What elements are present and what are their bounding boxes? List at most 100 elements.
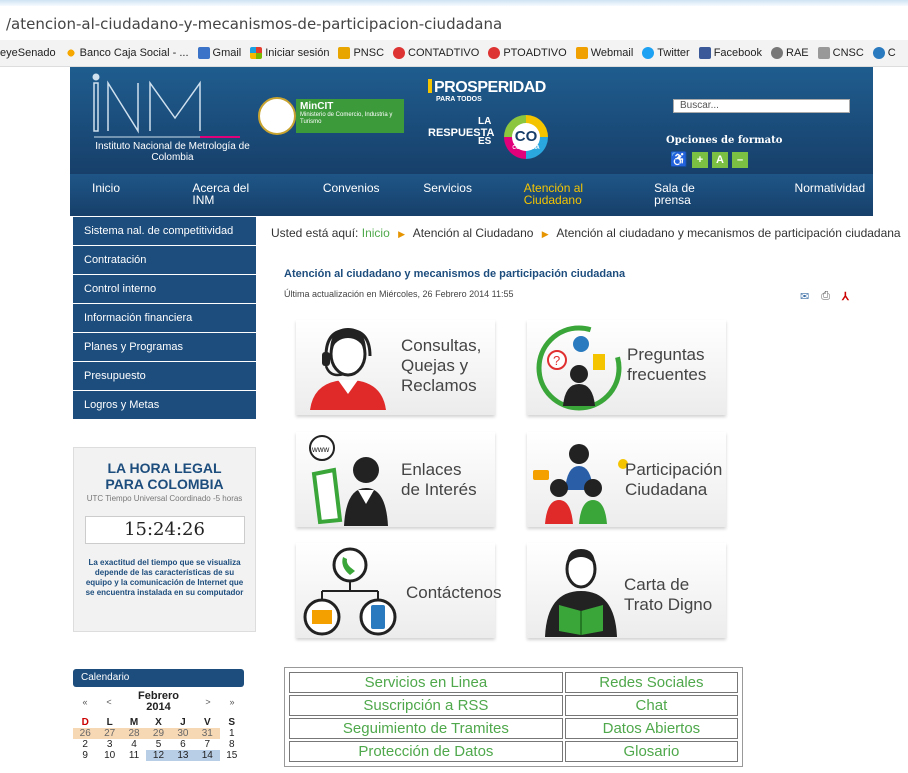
day-header: V [203,717,211,728]
calendar-day[interactable]: 3 [97,739,121,750]
tile-contactenos[interactable]: Contáctenos [296,543,501,638]
nav-normatividad[interactable]: Normatividad [773,174,873,216]
calendar-next-year-button[interactable]: » [220,697,244,707]
bookmark-banco-caja-social[interactable]: Banco Caja Social - ... [64,47,189,59]
calendar-day[interactable]: 5 [146,739,170,750]
colombia-brand-icon: CO COLOMBIA [504,115,548,159]
calendar-day[interactable]: 26 [73,728,98,739]
tile-preguntas-frecuentes[interactable]: ? Preguntas frecuentes [527,320,726,415]
link-glosario[interactable]: Glosario [564,741,738,762]
bookmark-contadtivo[interactable]: CONTADTIVO [393,47,479,59]
calendar-prev-month-button[interactable]: < [97,697,121,707]
sidebar-item-planes-programas[interactable]: Planes y Programas [73,333,256,362]
nav-acerca-del-inm[interactable]: Acerca del INM [170,174,300,216]
sidebar-item-contratacion[interactable]: Contratación [73,246,256,275]
nav-inicio[interactable]: Inicio [70,174,170,216]
link-suscripcion-rss[interactable]: Suscripción a RSS [289,695,563,716]
bookmark-label: Webmail [590,47,634,59]
tile-line: Ciudadana [625,480,708,499]
bookmark-c[interactable]: C [872,47,896,59]
calendar-day[interactable]: 2 [73,739,97,750]
bookmark-facebook[interactable]: Facebook [698,47,762,59]
nav-atencion-al-ciudadano[interactable]: Atención al Ciudadano [502,174,632,216]
calendar-day[interactable]: 29 [146,728,171,739]
tile-participacion-ciudadana[interactable]: Participación Ciudadana [527,432,726,527]
bookmark-label: Twitter [657,47,690,59]
link-chat[interactable]: Chat [564,695,738,716]
bookmark-webmail[interactable]: Webmail [575,47,634,59]
link-datos-abiertos[interactable]: Datos Abiertos [564,718,738,739]
print-icon[interactable]: ⎙ [821,290,830,303]
calendar-day[interactable]: 27 [97,728,122,739]
calendar-day[interactable]: 12 [146,750,171,761]
arrow-right-icon: ▶ [541,229,549,239]
mincit-logo[interactable]: MinCIT Ministerio de Comercio, Industria… [258,97,408,137]
calendar-day[interactable]: 1 [220,728,244,739]
breadcrumb-atencion[interactable]: Atención al Ciudadano [413,226,534,240]
bookmark-label: C [887,47,896,59]
tile-enlaces-de-interes[interactable]: www Enlaces de Interés [296,432,495,527]
nav-sala-de-prensa[interactable]: Sala de prensa [632,174,772,216]
site-header: Instituto Nacional de Metrología de Colo… [70,67,873,174]
page-title[interactable]: Atención al ciudadano y mecanismos de pa… [284,268,625,280]
calendar-day[interactable]: 6 [171,739,195,750]
email-icon[interactable]: ✉ [800,290,809,303]
bookmark-iniciar-sesion[interactable]: Iniciar sesión [250,47,329,59]
sidebar-item-control-interno[interactable]: Control interno [73,275,256,304]
nav-servicios[interactable]: Servicios [401,174,501,216]
bookmark-twitter[interactable]: Twitter [642,47,690,59]
flower-icon [64,47,77,59]
calendar-day[interactable]: 28 [121,728,147,739]
prosperidad-logo[interactable]: PROSPERIDAD PARA TODOS RESPUESTA LA ES CO… [428,79,558,169]
bookmark-eyesenado[interactable]: eyeSenado [0,47,56,59]
link-servicios-en-linea[interactable]: Servicios en Linea [289,672,563,693]
link-proteccion-datos[interactable]: Protección de Datos [289,741,563,762]
calendar-day[interactable]: 14 [195,750,220,761]
accessibility-icon[interactable]: ♿ [670,151,688,168]
link-seguimiento-tramites[interactable]: Seguimiento de Tramites [289,718,563,739]
calendar-year: 2014 [146,701,171,713]
font-decrease-button[interactable]: – [732,151,748,168]
bookmark-ptoadtivo[interactable]: PTOADTIVO [488,47,567,59]
calendar-day[interactable]: 7 [195,739,219,750]
clock-title: LA HORA LEGAL PARA COLOMBIA [74,460,255,492]
calendar-day[interactable]: 13 [170,750,196,761]
breadcrumb-inicio[interactable]: Inicio [362,226,390,240]
font-reset-button[interactable]: A [712,151,728,168]
calendar-day[interactable]: 11 [122,750,146,761]
calendar-day[interactable]: 10 [97,750,121,761]
inm-logo-mark [92,73,240,138]
calendar-day[interactable]: 15 [220,750,244,761]
calendar-day[interactable]: 8 [220,739,244,750]
sidebar-item-competitividad[interactable]: Sistema nal. de competitividad [73,217,256,246]
tile-consultas-quejas-reclamos[interactable]: Consultas, Quejas y Reclamos [296,320,495,415]
bookmark-gmail[interactable]: Gmail [197,47,241,59]
day-header: X [155,717,162,728]
call-center-agent-icon [310,328,386,410]
sidebar-item-logros-metas[interactable]: Logros y Metas [73,391,256,420]
url-text[interactable]: /atencion-al-ciudadano-y-mecanismos-de-p… [6,15,502,33]
browser-address-bar[interactable]: /atencion-al-ciudadano-y-mecanismos-de-p… [0,0,908,40]
search-input[interactable]: Buscar... [673,99,850,113]
bookmark-rae[interactable]: RAE [771,47,809,59]
la-es-text: LA ES [478,117,491,147]
pdf-icon[interactable]: ⅄ [842,290,849,303]
bookmark-pnsc[interactable]: PNSC [338,47,384,59]
calendar-day[interactable]: 30 [170,728,196,739]
calendar-next-month-button[interactable]: > [196,697,220,707]
calendar-day[interactable]: 31 [195,728,220,739]
calendar-day[interactable]: 4 [122,739,146,750]
faq-people-icon: ? [536,325,622,411]
nav-convenios[interactable]: Convenios [301,174,401,216]
clock-note: La exactitud del tiempo que se visualiza… [85,558,244,597]
table-row: Seguimiento de Tramites Datos Abiertos [289,718,738,739]
bookmark-cnsc[interactable]: CNSC [817,47,864,59]
calendar-prev-year-button[interactable]: « [73,697,97,707]
inm-logo[interactable]: Instituto Nacional de Metrología de Colo… [90,73,270,163]
font-increase-button[interactable]: + [692,151,708,168]
sidebar-item-informacion-financiera[interactable]: Información financiera [73,304,256,333]
sidebar-item-presupuesto[interactable]: Presupuesto [73,362,256,391]
calendar-day[interactable]: 9 [73,750,97,761]
tile-carta-trato-digno[interactable]: Carta de Trato Digno [527,543,726,638]
link-redes-sociales[interactable]: Redes Sociales [564,672,738,693]
